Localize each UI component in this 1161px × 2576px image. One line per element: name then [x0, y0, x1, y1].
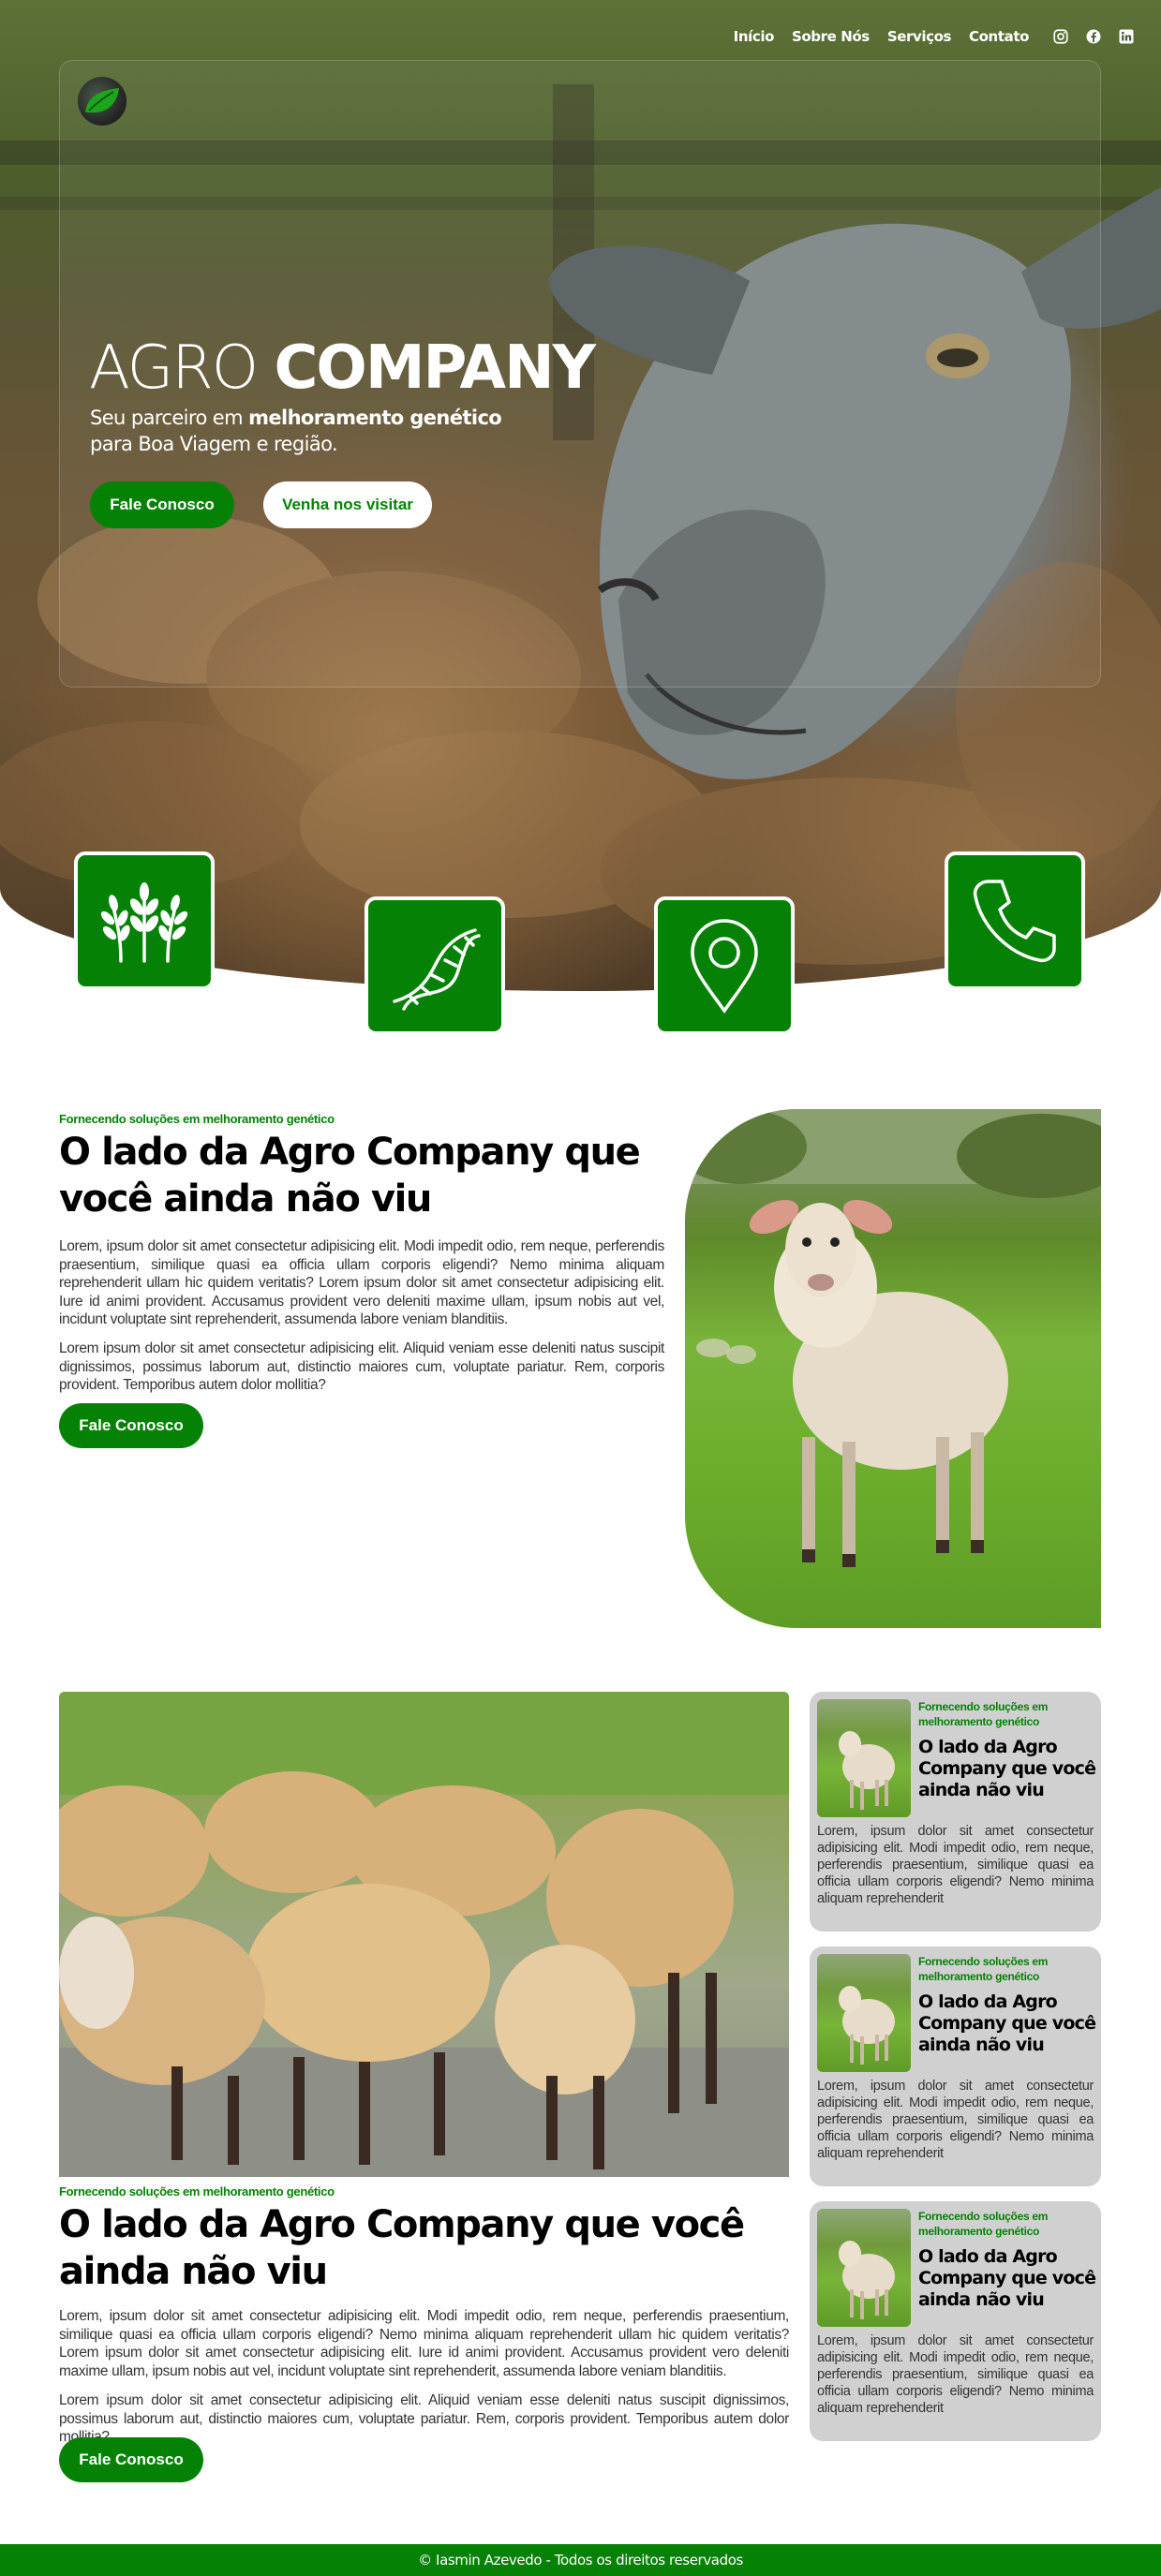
hero-section: Início Sobre Nós Serviços Contato AGRO C…	[0, 0, 1161, 991]
side-card-text: Lorem, ipsum dolor sit amet consectetur …	[817, 2079, 1094, 2161]
side-card-thumbnail	[817, 1954, 911, 2072]
linkedin-icon[interactable]	[1118, 28, 1135, 45]
side-card[interactable]: Fornecendo soluções em melhoramento gené…	[810, 1947, 1101, 2186]
side-card-title: O lado da Agro Company que você ainda nã…	[918, 1737, 1096, 1800]
hero-subtitle-suffix: para Boa Viagem e região.	[90, 433, 338, 455]
hero-subtitle-highlight: melhoramento genético	[248, 407, 502, 429]
side-card-eyebrow: Fornecendo soluções em melhoramento gené…	[918, 2210, 1049, 2238]
feature-paragraph-1: Lorem, ipsum dolor sit amet consectetur …	[59, 2308, 789, 2379]
about-contact-button[interactable]: Fale Conosco	[59, 1403, 203, 1448]
company-logo[interactable]	[78, 77, 127, 126]
feature-tile-phone[interactable]	[945, 851, 1085, 990]
about-title: O lado da Agro Company que você ainda nã…	[59, 1131, 641, 1221]
hero-title: AGRO COMPANY	[89, 333, 596, 404]
feature-contact-button[interactable]: Fale Conosco	[59, 2437, 203, 2482]
side-card-thumbnail	[817, 2209, 911, 2327]
hero-subtitle-prefix: Seu parceiro em	[90, 407, 249, 429]
wheat-icon	[100, 882, 188, 963]
hero-subtitle: Seu parceiro em melhoramento genético pa…	[90, 405, 577, 457]
hero-title-bold: COMPANY	[274, 333, 596, 403]
dna-icon	[393, 928, 481, 1011]
feature-eyebrow: Fornecendo soluções em melhoramento gené…	[59, 2184, 335, 2198]
side-card-text: Lorem, ipsum dolor sit amet consectetur …	[817, 2333, 1094, 2416]
side-card-eyebrow: Fornecendo soluções em melhoramento gené…	[918, 1955, 1049, 1983]
hero-contact-button[interactable]: Fale Conosco	[90, 481, 234, 528]
footer: © Iasmin Azevedo - Todos os direitos res…	[0, 2544, 1161, 2576]
hero-visit-button[interactable]: Venha nos visitar	[263, 481, 432, 528]
side-card-title: O lado da Agro Company que você ainda nã…	[918, 1991, 1096, 2055]
hero-title-light: AGRO	[89, 333, 275, 403]
top-navigation: Início Sobre Nós Serviços Contato	[734, 28, 1135, 45]
footer-copyright: © Iasmin Azevedo - Todos os direitos res…	[418, 2552, 743, 2569]
nav-link-servicos[interactable]: Serviços	[887, 28, 952, 45]
side-card[interactable]: Fornecendo soluções em melhoramento gené…	[810, 1692, 1101, 1932]
nav-link-inicio[interactable]: Início	[734, 28, 775, 45]
flock-photo	[59, 1692, 789, 2177]
feature-tile-location[interactable]	[654, 896, 795, 1035]
side-card[interactable]: Fornecendo soluções em melhoramento gené…	[810, 2201, 1101, 2441]
feature-tile-agriculture[interactable]	[74, 851, 215, 990]
feature-title: O lado da Agro Company que você ainda nã…	[59, 2203, 745, 2293]
facebook-icon[interactable]	[1085, 28, 1102, 45]
nav-link-sobre-nos[interactable]: Sobre Nós	[792, 28, 870, 45]
instagram-icon[interactable]	[1052, 28, 1069, 45]
about-paragraph-2: Lorem ipsum dolor sit amet consectetur a…	[59, 1340, 664, 1393]
side-card-title: O lado da Agro Company que você ainda nã…	[918, 2246, 1096, 2310]
leaf-icon	[85, 88, 119, 113]
feature-tile-genetics[interactable]	[365, 896, 505, 1035]
side-card-thumbnail	[817, 1699, 911, 1817]
nav-link-contato[interactable]: Contato	[969, 28, 1029, 45]
side-card-text: Lorem, ipsum dolor sit amet consectetur …	[817, 1824, 1094, 1906]
lamb-photo	[685, 1109, 1101, 1628]
phone-icon	[973, 880, 1056, 963]
side-card-eyebrow: Fornecendo soluções em melhoramento gené…	[918, 1700, 1049, 1728]
lamb-illustration	[685, 1109, 1101, 1567]
about-paragraph-1: Lorem, ipsum dolor sit amet consectetur …	[59, 1238, 664, 1327]
about-eyebrow: Fornecendo soluções em melhoramento gené…	[59, 1112, 335, 1126]
location-pin-icon	[691, 919, 758, 1014]
flock-illustration	[59, 1692, 789, 2177]
